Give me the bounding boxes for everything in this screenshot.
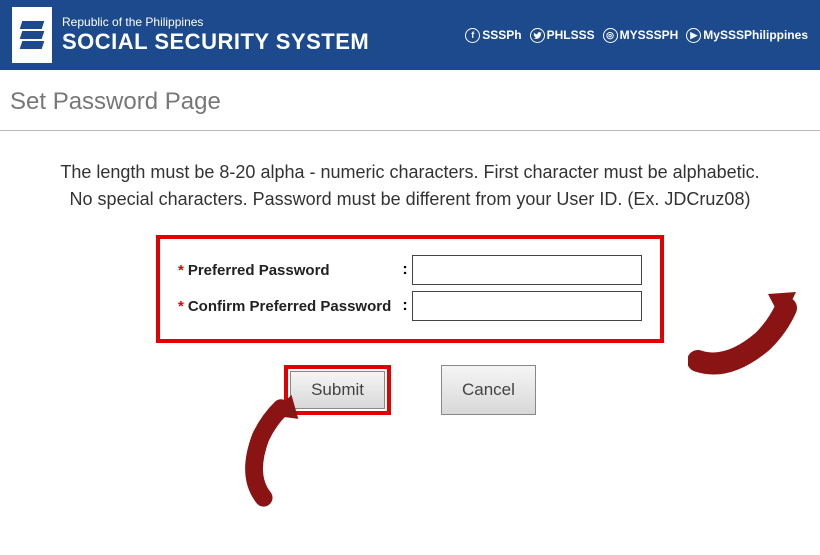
social-label: SSSPh [482, 28, 521, 42]
colon: : [398, 261, 412, 279]
page-title-area: Set Password Page [0, 70, 820, 130]
youtube-icon: ▶ [686, 28, 701, 43]
social-twitter[interactable]: PHLSSS [530, 28, 595, 43]
arrow-right-annotation [688, 286, 798, 376]
header-subtitle: Republic of the Philippines [62, 16, 465, 29]
header-title-stack: Republic of the Philippines SOCIAL SECUR… [62, 16, 465, 53]
header-title: SOCIAL SECURITY SYSTEM [62, 30, 465, 54]
social-facebook[interactable]: f SSSPh [465, 28, 521, 43]
required-asterisk: * [178, 298, 184, 315]
instruction-line-2: No special characters. Password must be … [70, 189, 751, 209]
content-area: The length must be 8-20 alpha - numeric … [0, 131, 820, 415]
confirm-password-input[interactable] [412, 291, 642, 321]
preferred-password-row: *Preferred Password : [178, 255, 642, 285]
instruction-line-1: The length must be 8-20 alpha - numeric … [60, 162, 759, 182]
sss-logo [12, 7, 52, 63]
twitter-icon [530, 28, 545, 43]
social-youtube[interactable]: ▶ MySSSPhilippines [686, 28, 808, 43]
page-title: Set Password Page [10, 88, 810, 116]
social-instagram[interactable]: ◎ MYSSSPH [603, 28, 679, 43]
instagram-icon: ◎ [603, 28, 618, 43]
cancel-button[interactable]: Cancel [441, 365, 536, 415]
preferred-password-label: *Preferred Password [178, 262, 398, 279]
colon: : [398, 297, 412, 315]
social-label: MySSSPhilippines [703, 28, 808, 42]
button-row: Submit Cancel [20, 365, 800, 415]
facebook-icon: f [465, 28, 480, 43]
social-label: MYSSSPH [620, 28, 679, 42]
instruction-text: The length must be 8-20 alpha - numeric … [20, 159, 800, 213]
password-form-highlight: *Preferred Password : *Confirm Preferred… [156, 235, 664, 343]
confirm-password-row: *Confirm Preferred Password : [178, 291, 642, 321]
header-bar: Republic of the Philippines SOCIAL SECUR… [0, 0, 820, 70]
social-label: PHLSSS [547, 28, 595, 42]
social-links: f SSSPh PHLSSS ◎ MYSSSPH ▶ MySSSPhilippi… [465, 28, 808, 43]
confirm-password-label: *Confirm Preferred Password [178, 298, 398, 315]
required-asterisk: * [178, 262, 184, 279]
submit-button[interactable]: Submit [290, 371, 385, 409]
preferred-password-input[interactable] [412, 255, 642, 285]
